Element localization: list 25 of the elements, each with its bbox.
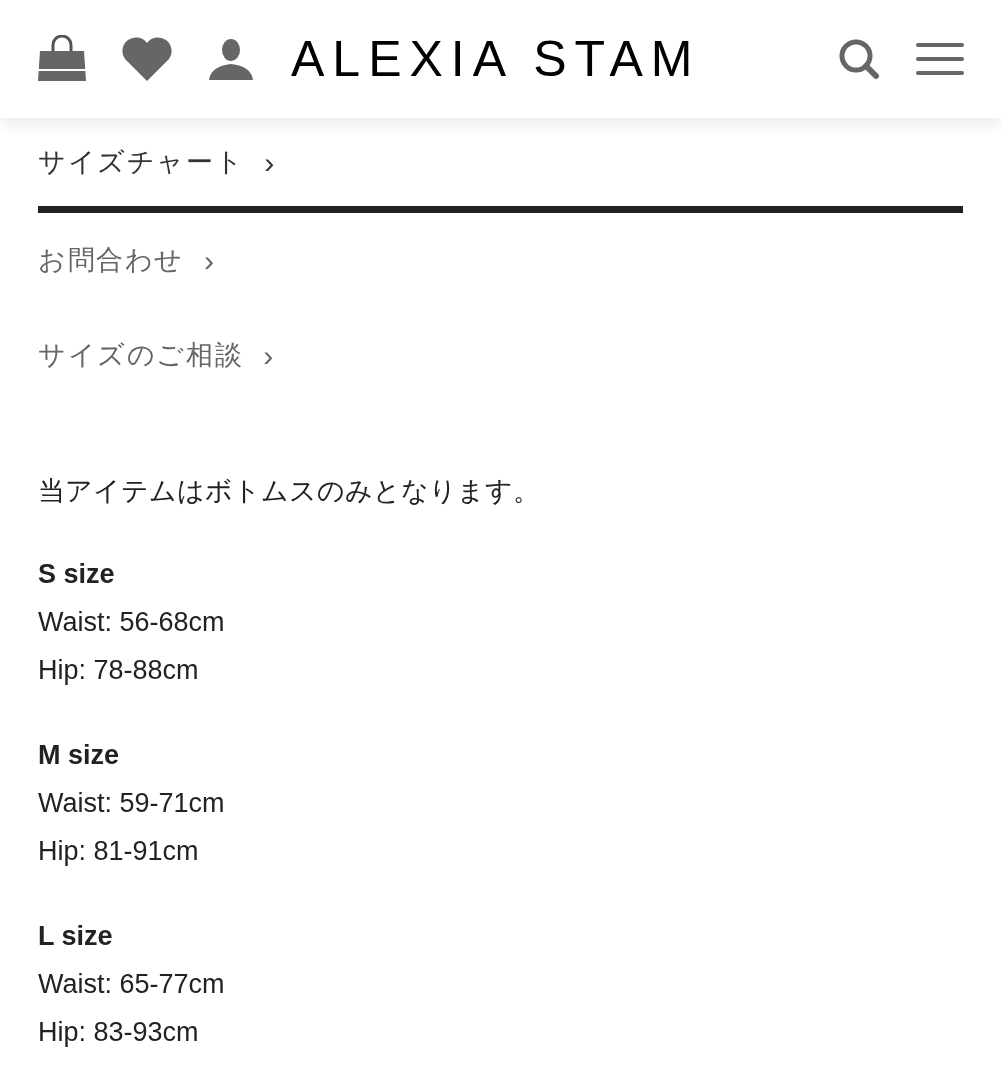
measurement-text: Waist: 65-77cm: [38, 967, 226, 1001]
measurement-text: Waist: 56-68cm: [38, 605, 226, 639]
size-heading: M size: [38, 738, 121, 772]
menu-icon[interactable]: [916, 42, 964, 76]
item-note: 当アイテムはボトムスのみとなります。: [38, 475, 541, 508]
tab-label: サイズのご相談: [38, 339, 244, 373]
tab-label: サイズチャート: [38, 145, 245, 179]
brand-logo[interactable]: ALEXIA STAM: [291, 34, 701, 84]
shopping-bag-icon[interactable]: [37, 35, 87, 83]
chevron-icon: ›: [204, 238, 215, 283]
measurement-text: Hip: 78-88cm: [38, 653, 200, 687]
measurement-text: Waist: 59-71cm: [38, 786, 226, 820]
search-icon[interactable]: [838, 38, 880, 80]
chevron-icon: ›: [263, 333, 274, 378]
user-icon[interactable]: [209, 38, 253, 80]
nav-tab[interactable]: サイズチャート ›: [38, 118, 963, 213]
tab-label: お問合わせ: [38, 244, 185, 278]
nav-tab[interactable]: お問合わせ ›: [38, 213, 963, 308]
nav-tab[interactable]: サイズのご相談 ›: [38, 308, 963, 403]
measurement-text: Hip: 81-91cm: [38, 834, 200, 868]
chevron-icon: ›: [264, 139, 275, 185]
size-heading: L size: [38, 919, 114, 953]
heart-icon[interactable]: [121, 37, 173, 81]
size-heading: S size: [38, 557, 116, 591]
measurement-text: Hip: 83-93cm: [38, 1015, 200, 1049]
